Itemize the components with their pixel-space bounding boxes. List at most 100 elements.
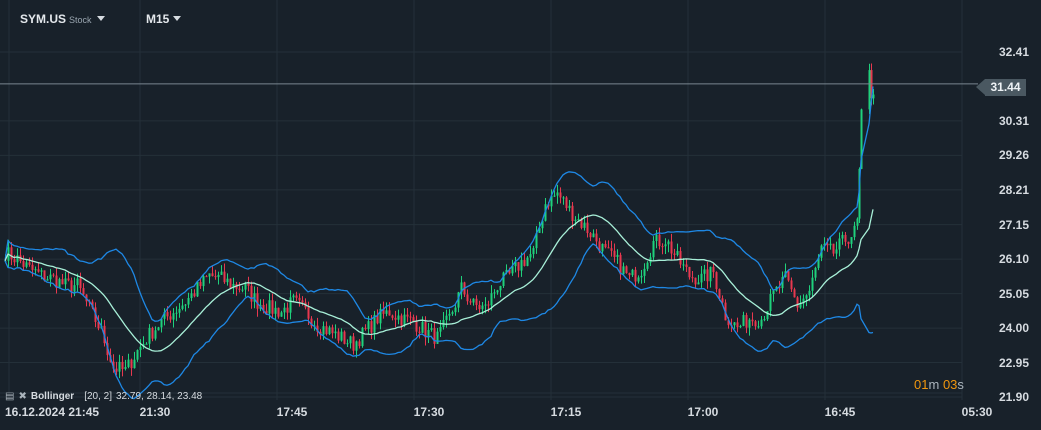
candle-body: [433, 328, 436, 344]
candle-body: [34, 269, 37, 271]
candle-body: [403, 314, 406, 326]
candle-body: [202, 276, 205, 287]
candle-body: [25, 262, 28, 267]
price-tick: 21.90: [998, 390, 1029, 404]
candle-body: [361, 327, 364, 347]
candle-body: [850, 237, 853, 244]
candle-body: [478, 304, 481, 310]
candle-body: [79, 278, 82, 289]
candle-body: [826, 243, 829, 246]
candle-body: [739, 325, 742, 328]
candle-body: [628, 273, 631, 276]
candle-body: [748, 319, 751, 328]
candle-body: [397, 315, 400, 320]
candle-body: [364, 327, 367, 330]
candle-body: [295, 295, 298, 298]
candle-body: [472, 298, 475, 303]
candle-body: [469, 301, 472, 303]
candle-body: [814, 267, 817, 278]
candle-body: [214, 276, 217, 278]
candle-body: [421, 322, 424, 333]
candle-body: [352, 336, 355, 351]
indicator-values: 32.79, 28.14, 23.48: [116, 391, 203, 402]
indicator-legend: ▤ ✖ Bollinger [20, 2] 32.79, 28.14, 23.4…: [5, 391, 202, 402]
candle-body: [289, 297, 292, 313]
candle-body: [307, 307, 310, 319]
candle-body: [670, 241, 673, 254]
candle-body: [28, 262, 31, 265]
candle-body: [430, 328, 433, 330]
candle-body: [190, 293, 193, 299]
symbol-selector[interactable]: SYM.US: [20, 12, 66, 26]
candle-body: [136, 350, 139, 360]
candle-body: [244, 283, 247, 290]
indicator-name: Bollinger: [30, 391, 75, 402]
candle-body: [751, 319, 754, 322]
close-icon[interactable]: ✖: [18, 391, 26, 402]
candle-body: [868, 70, 871, 110]
time-tick: 05:30: [961, 405, 993, 419]
candle-body: [436, 331, 439, 344]
candle-body: [634, 269, 637, 282]
timer-sec-unit: s: [957, 377, 964, 392]
candle-body: [838, 238, 841, 250]
price-chart[interactable]: [0, 0, 1041, 430]
candle-body: [118, 361, 121, 372]
candle-body: [844, 234, 847, 242]
candle-body: [58, 279, 61, 288]
price-tick: 25.05: [998, 286, 1029, 301]
candle-body: [439, 327, 442, 332]
candle-body: [199, 282, 202, 287]
candle-body: [592, 233, 595, 238]
candle-body: [325, 326, 328, 335]
candle-body: [448, 313, 451, 316]
candle-body: [520, 260, 523, 271]
candle-body: [673, 253, 676, 255]
candle-body: [856, 218, 859, 226]
candle-body: [250, 285, 253, 302]
candle-body: [577, 219, 580, 221]
candle-body: [292, 295, 295, 298]
candle-body: [418, 331, 421, 333]
candle-body: [31, 264, 34, 270]
candle-body: [247, 283, 250, 286]
candle-body: [256, 293, 259, 309]
candle-body: [787, 271, 790, 281]
candle-body: [664, 244, 667, 247]
candle-body: [637, 277, 640, 282]
candle-body: [526, 257, 529, 266]
candle-body: [700, 273, 703, 283]
candle-body: [595, 233, 598, 242]
candle-body: [409, 316, 412, 318]
candle-body: [49, 274, 52, 280]
candle-body: [760, 319, 763, 327]
candle-body: [271, 300, 274, 314]
candle-body: [805, 295, 808, 299]
candle-body: [667, 241, 670, 245]
candle-body: [154, 330, 157, 339]
candle-body: [772, 290, 775, 295]
time-tick: 16.12.2024 21:45: [4, 405, 100, 419]
candle-body: [475, 298, 478, 305]
candle-body: [712, 266, 715, 273]
candle-body: [133, 359, 136, 369]
candle-body: [187, 298, 190, 305]
timeframe-dropdown-icon[interactable]: [173, 16, 181, 21]
candle-body: [523, 260, 526, 266]
candle-body: [466, 294, 469, 302]
symbol-dropdown-icon[interactable]: [97, 16, 105, 21]
settings-icon[interactable]: ▤: [5, 391, 14, 402]
candle-body: [853, 225, 856, 238]
timeframe-selector[interactable]: M15: [146, 12, 169, 26]
candle-body: [358, 341, 361, 347]
candle-body: [328, 327, 331, 335]
price-tick: 24.00: [998, 321, 1029, 336]
candle-body: [847, 241, 850, 244]
candle-body: [754, 321, 757, 327]
candle-body: [211, 273, 214, 277]
timer-min-unit: m: [928, 377, 940, 392]
candle-body: [691, 277, 694, 279]
candle-body: [148, 327, 151, 344]
candle-body: [145, 343, 148, 345]
candle-body: [715, 272, 718, 290]
